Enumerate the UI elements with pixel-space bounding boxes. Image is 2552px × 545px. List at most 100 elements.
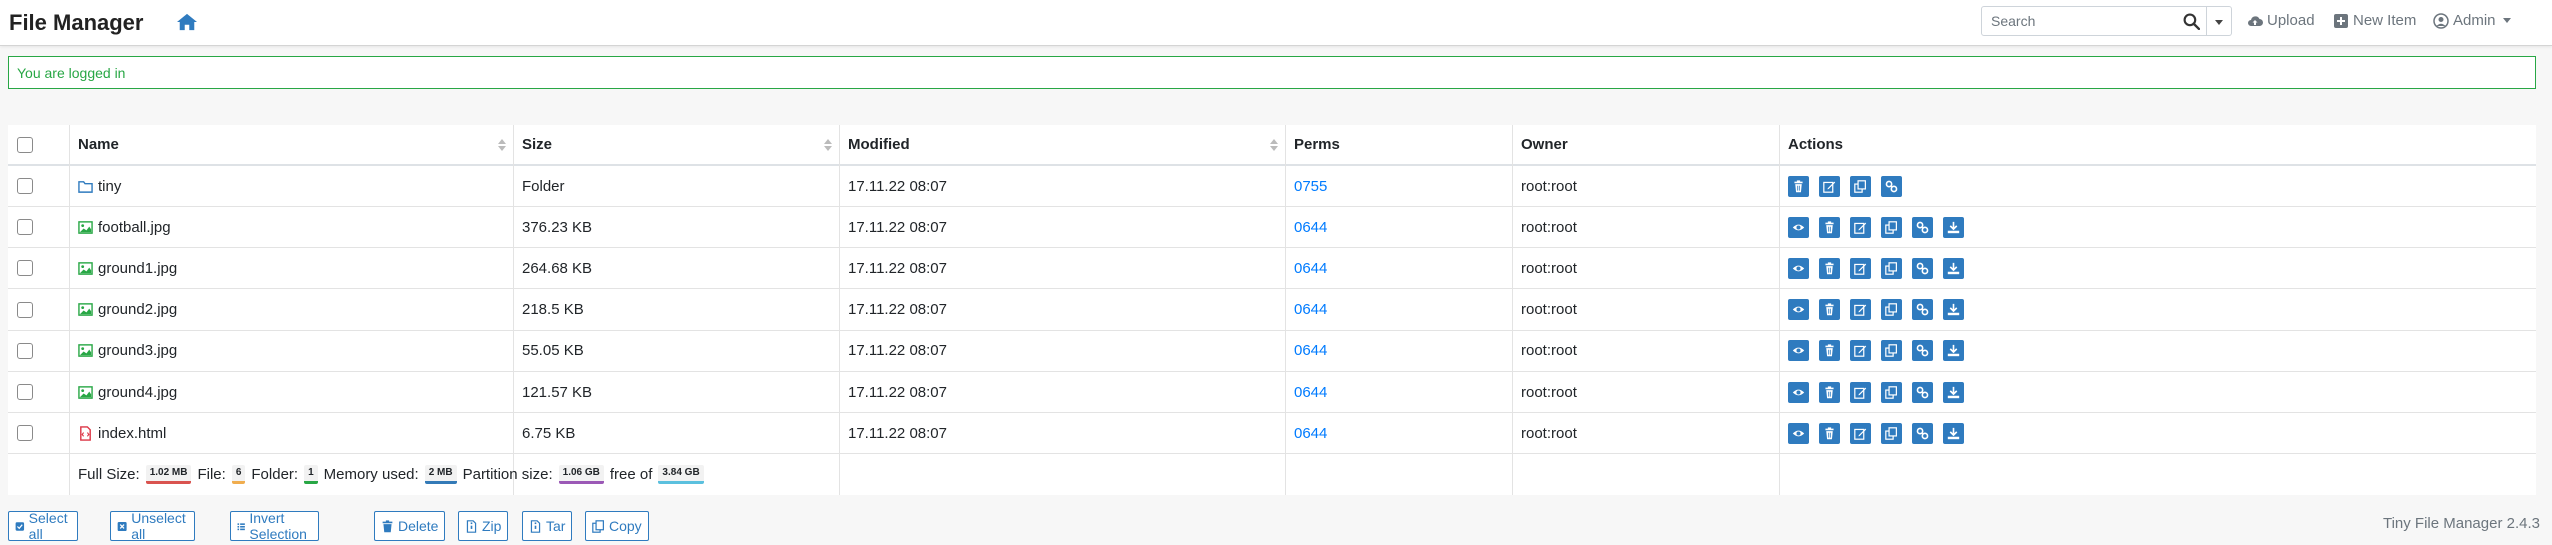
new-item-link[interactable]: New Item [2333, 12, 2416, 29]
view-action-button[interactable] [1788, 422, 1809, 444]
download-action-button[interactable] [1943, 299, 1964, 321]
perms-link[interactable]: 0644 [1294, 260, 1327, 277]
delete-button[interactable]: Delete [374, 511, 446, 541]
sort-icon[interactable] [1270, 139, 1278, 151]
search-input[interactable] [1982, 7, 2172, 35]
perms-link[interactable]: 0644 [1294, 219, 1327, 236]
link-action-button[interactable] [1912, 257, 1933, 279]
rename-action-button[interactable] [1850, 299, 1871, 321]
copy-action-button[interactable] [1850, 175, 1871, 197]
row-checkbox[interactable] [17, 219, 33, 236]
admin-menu[interactable]: Admin [2433, 12, 2511, 29]
view-action-button[interactable] [1788, 299, 1809, 321]
html-file-icon [80, 425, 91, 441]
invert-selection-button[interactable]: Invert Selection [230, 510, 319, 542]
rename-action-button[interactable] [1850, 422, 1871, 444]
view-action-button[interactable] [1788, 381, 1809, 403]
search-icon[interactable] [2183, 13, 2200, 30]
copy-action-button[interactable] [1881, 340, 1902, 362]
view-action-button[interactable] [1788, 257, 1809, 279]
upload-link[interactable]: Upload [2247, 12, 2315, 29]
link-action-button[interactable] [1912, 422, 1933, 444]
delete-action-button[interactable] [1819, 257, 1840, 279]
row-checkbox[interactable] [17, 425, 33, 442]
copy-icon [1885, 262, 1897, 275]
rename-icon [1854, 222, 1867, 234]
list-icon [237, 522, 245, 530]
image-icon [78, 262, 93, 275]
sort-icon[interactable] [824, 139, 832, 151]
memory-label: Memory used: [323, 466, 419, 483]
version-label: Tiny File Manager 2.4.3 [2382, 515, 2540, 532]
zip-button[interactable]: Zip [458, 511, 509, 541]
select-all-checkbox[interactable] [17, 136, 33, 153]
image-icon [78, 220, 93, 234]
perms-link[interactable]: 0644 [1294, 425, 1327, 442]
link-action-button[interactable] [1881, 175, 1902, 197]
rename-action-button[interactable] [1850, 381, 1871, 403]
view-action-button[interactable] [1788, 340, 1809, 362]
delete-action-button[interactable] [1819, 422, 1840, 444]
link-action-button[interactable] [1912, 381, 1933, 403]
row-checkbox[interactable] [17, 301, 33, 318]
header-modified[interactable]: Modified [848, 125, 910, 164]
copy-action-button[interactable] [1881, 422, 1902, 444]
file-name[interactable]: ground3.jpg [98, 342, 177, 359]
row-checkbox[interactable] [17, 178, 33, 194]
caret-down-icon [2502, 18, 2511, 23]
file-name[interactable]: football.jpg [98, 219, 171, 236]
delete-action-button[interactable] [1819, 216, 1840, 238]
link-action-button[interactable] [1912, 340, 1933, 362]
copy-action-button[interactable] [1881, 257, 1902, 279]
zip-label: Zip [482, 518, 502, 534]
perms-link[interactable]: 0644 [1294, 384, 1327, 401]
row-checkbox[interactable] [17, 384, 33, 400]
link-action-button[interactable] [1912, 216, 1933, 238]
free-of-label: free of [609, 466, 653, 483]
search-options-dropdown[interactable] [2207, 6, 2232, 36]
file-name[interactable]: tiny [98, 178, 121, 195]
image-icon [78, 344, 93, 358]
rename-action-button[interactable] [1850, 340, 1871, 362]
download-action-button[interactable] [1943, 340, 1964, 362]
copy-button[interactable]: Copy [585, 511, 649, 541]
row-checkbox[interactable] [17, 260, 33, 277]
app-title[interactable]: File Manager [9, 10, 143, 36]
row-checkbox[interactable] [17, 342, 33, 359]
file-name[interactable]: ground2.jpg [98, 301, 177, 318]
link-action-button[interactable] [1912, 299, 1933, 321]
download-action-button[interactable] [1943, 422, 1964, 444]
delete-action-button[interactable] [1788, 175, 1809, 197]
file-size: Folder [522, 177, 565, 195]
home-icon[interactable] [176, 12, 198, 32]
file-name[interactable]: ground4.jpg [98, 384, 177, 401]
copy-action-button[interactable] [1881, 216, 1902, 238]
download-action-button[interactable] [1943, 381, 1964, 403]
select-all-button[interactable]: Select all [8, 510, 78, 542]
unselect-all-button[interactable]: Unselect all [110, 510, 196, 542]
header-name[interactable]: Name [78, 125, 119, 164]
download-action-button[interactable] [1943, 216, 1964, 238]
link-icon [1916, 344, 1929, 357]
copy-action-button[interactable] [1881, 381, 1902, 403]
rename-action-button[interactable] [1850, 257, 1871, 279]
view-action-button[interactable] [1788, 216, 1809, 238]
rename-action-button[interactable] [1850, 216, 1871, 238]
delete-action-button[interactable] [1819, 299, 1840, 321]
perms-link[interactable]: 0755 [1294, 178, 1327, 195]
perms-link[interactable]: 0644 [1294, 301, 1327, 318]
copy-action-button[interactable] [1881, 299, 1902, 321]
delete-action-button[interactable] [1819, 340, 1840, 362]
name-cell: ground1.jpg [78, 248, 177, 288]
file-name[interactable]: ground1.jpg [98, 260, 177, 277]
tar-button[interactable]: Tar [522, 511, 573, 541]
folder-count-badge: 1 [304, 465, 318, 484]
delete-action-button[interactable] [1819, 381, 1840, 403]
file-name[interactable]: index.html [98, 425, 166, 442]
download-action-button[interactable] [1943, 257, 1964, 279]
header-size[interactable]: Size [522, 125, 552, 164]
copy-icon [1885, 303, 1897, 316]
perms-link[interactable]: 0644 [1294, 342, 1327, 359]
rename-action-button[interactable] [1819, 175, 1840, 197]
sort-icon[interactable] [498, 139, 506, 151]
